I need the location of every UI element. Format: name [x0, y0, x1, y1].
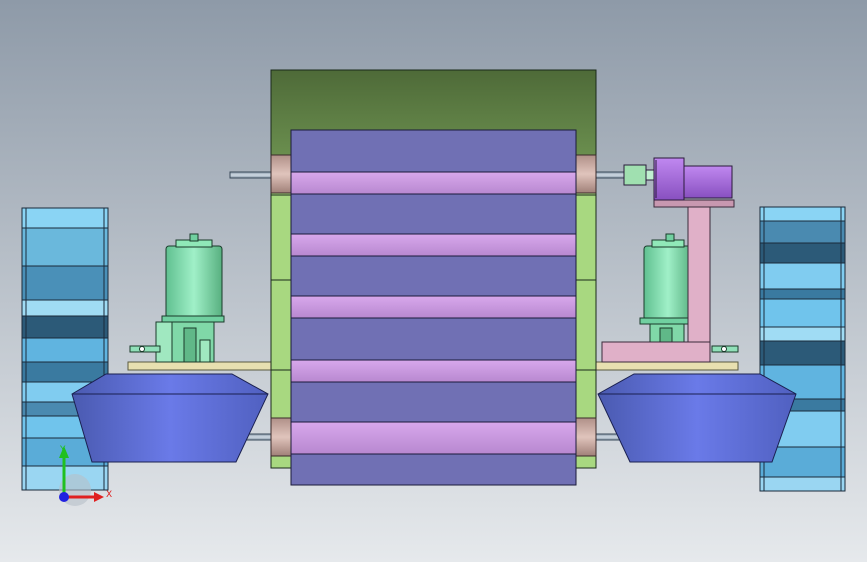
- left-motor-body[interactable]: [165, 245, 223, 319]
- lower-left-bearing[interactable]: [270, 417, 292, 457]
- lower-right-bearing[interactable]: [575, 417, 597, 457]
- upper-left-shaft[interactable]: [229, 171, 273, 179]
- cad-3d-viewport[interactable]: X Y: [0, 0, 867, 562]
- upper-right-shaft[interactable]: [595, 171, 627, 179]
- right-motor-body[interactable]: [643, 245, 693, 321]
- roller-band-3: [290, 295, 577, 319]
- left-hopper[interactable]: [71, 373, 269, 463]
- x-axis-label: X: [106, 490, 112, 500]
- coupling[interactable]: [623, 164, 647, 186]
- roller-band-1: [290, 171, 577, 195]
- roller-stack[interactable]: [290, 129, 577, 486]
- roller-band-2: [290, 233, 577, 257]
- upper-right-bearing[interactable]: [575, 154, 597, 194]
- y-axis-label: Y: [59, 445, 66, 455]
- upper-left-bearing[interactable]: [270, 154, 292, 194]
- z-axis-dot-icon: [59, 492, 69, 502]
- roller-band-5: [290, 421, 577, 455]
- roller-band-4: [290, 359, 577, 383]
- model-canvas[interactable]: X Y: [0, 0, 867, 562]
- right-hopper[interactable]: [597, 373, 797, 463]
